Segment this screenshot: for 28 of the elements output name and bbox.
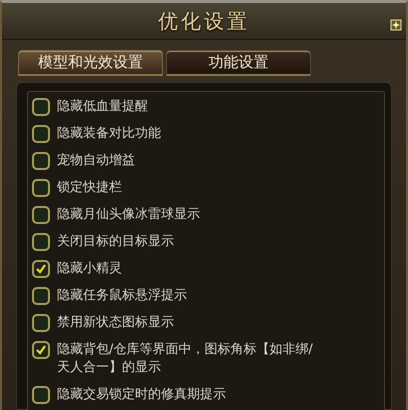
checkbox[interactable]: [32, 98, 50, 116]
window-title: 优化设置: [158, 8, 250, 34]
option-label: 禁用新状态图标显示: [57, 314, 174, 332]
checkbox[interactable]: [32, 314, 50, 332]
checkbox[interactable]: [32, 386, 50, 404]
checkbox[interactable]: [32, 341, 50, 359]
checkbox[interactable]: [32, 233, 50, 251]
option-label: 关闭目标的目标显示: [57, 233, 174, 251]
checkbox[interactable]: [32, 206, 50, 224]
option-label: 隐藏小精灵: [57, 260, 122, 278]
option-label: 隐藏月仙头像冰雷球显示: [57, 206, 200, 224]
option-label: 隐藏背包/仓库等界面中，图标角标【如非绑/天人合一】的显示: [57, 341, 314, 377]
checkbox[interactable]: [32, 125, 50, 143]
tab[interactable]: 功能设置: [166, 50, 311, 76]
checkbox[interactable]: [32, 287, 50, 305]
option-label: 隐藏低血量提醒: [57, 98, 148, 116]
checkmark-icon: [35, 263, 47, 275]
option-label: 宠物自动增益: [57, 152, 135, 170]
checkbox[interactable]: [32, 179, 50, 197]
option-label: 隐藏交易锁定时的修真期提示: [57, 386, 226, 404]
option-label: 隐藏装备对比功能: [57, 125, 161, 143]
option-label: 隐藏任务鼠标悬浮提示: [57, 287, 187, 305]
option-label: 锁定快捷栏: [57, 179, 122, 197]
checkmark-icon: [35, 344, 47, 356]
close-icon[interactable]: [390, 19, 402, 31]
tab[interactable]: 模型和光效设置: [18, 50, 163, 76]
checkbox[interactable]: [32, 260, 50, 278]
checkbox[interactable]: [32, 152, 50, 170]
